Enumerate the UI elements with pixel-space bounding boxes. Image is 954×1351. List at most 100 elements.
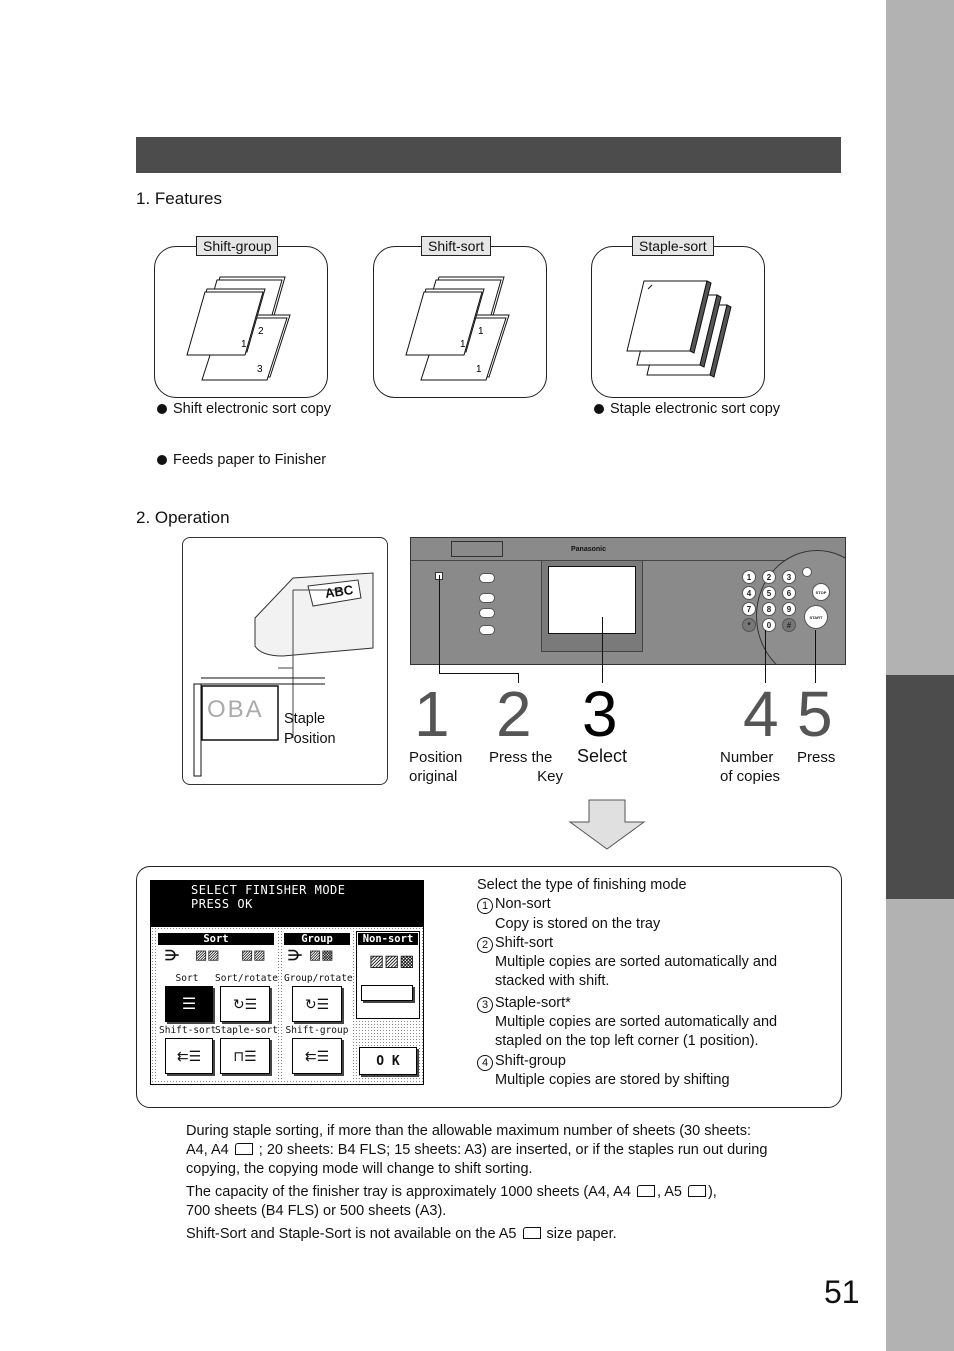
- stop-key[interactable]: STOP: [812, 583, 830, 601]
- finishing-mode-description: Select the type of finishing mode 1 Non-s…: [477, 876, 832, 1090]
- keypad-key[interactable]: *: [742, 618, 756, 632]
- description-item-text: Multiple copies are sorted automatically…: [495, 1014, 778, 1031]
- sheets-icon: ▨▨: [195, 947, 220, 962]
- lcd-group-rotate-button[interactable]: ↻☰: [292, 986, 342, 1022]
- keypad-key[interactable]: 7: [742, 602, 756, 616]
- description-item-title: Shift-group: [495, 1052, 566, 1069]
- keypad-key[interactable]: 5: [762, 586, 776, 600]
- description-item-title: Shift-sort: [495, 934, 554, 951]
- landscape-paper-icon: [687, 1185, 706, 1197]
- shift-group-label: Shift-group: [196, 236, 279, 256]
- svg-text:1: 1: [476, 364, 482, 375]
- keypad: 1 2 3 4 5 6 7 8 9 * 0 #: [742, 570, 802, 632]
- copy-key[interactable]: [479, 573, 495, 583]
- lcd-group-rotate-label: Group/rotate: [284, 973, 353, 984]
- lcd-non-sort-button[interactable]: [361, 985, 413, 1001]
- keypad-key[interactable]: 4: [742, 586, 756, 600]
- operation-title: 2. Operation: [136, 508, 230, 527]
- step-2-number: 2: [496, 678, 532, 750]
- lcd-staple-sort-label: Staple-sort: [215, 1025, 278, 1036]
- staple-sort-label: Staple-sort: [632, 236, 714, 256]
- finisher-lcd-screen: SELECT FINISHER MODE PRESS OK Sort ⋺ ▨▨ …: [150, 880, 424, 1085]
- keypad-key[interactable]: 9: [782, 602, 796, 616]
- sheets-icon: ▨▩: [309, 947, 334, 962]
- lcd-sort-rotate-button[interactable]: ↻☰: [220, 986, 270, 1022]
- svg-text:1: 1: [478, 326, 484, 337]
- mirror-original-text: OBA: [207, 696, 264, 723]
- description-item: 4 Shift-group Multiple copies are stored b…: [477, 1052, 832, 1091]
- description-item: 3 Staple-sort* Multiple copies are sorted …: [477, 994, 832, 1052]
- step-5-number: 5: [797, 678, 833, 750]
- staple-sort-illustration: [591, 246, 765, 398]
- lcd-header-line1: SELECT FINISHER MODE: [191, 883, 346, 897]
- rotate-stack-icon: ↻☰: [232, 995, 258, 1012]
- lcd-shift-sort-button[interactable]: ⇇☰: [165, 1038, 213, 1074]
- svg-text:1: 1: [460, 339, 466, 350]
- features-title: 1. Features: [136, 189, 222, 208]
- start-key[interactable]: START: [804, 605, 828, 629]
- header-bar: [136, 137, 841, 173]
- note-a5-restriction: Shift-Sort and Staple-Sort is not availa…: [186, 1226, 617, 1242]
- step-2-label: Press the Key: [489, 749, 563, 785]
- clear-key[interactable]: [802, 567, 812, 577]
- step-1-label: Position original: [409, 749, 463, 785]
- keypad-key[interactable]: 2: [762, 570, 776, 584]
- down-arrow-icon: [568, 799, 646, 850]
- rotate-stack-icon: ↻☰: [304, 995, 330, 1012]
- lcd-sort-button[interactable]: ☰: [165, 986, 213, 1022]
- touch-screen[interactable]: [548, 566, 636, 634]
- step-5-label: Press: [797, 749, 836, 766]
- lcd-sort-rotate-label: Sort/rotate: [215, 973, 278, 984]
- step-3-label: Select: [577, 746, 628, 766]
- staple-stack-icon: ⊓☰: [233, 1047, 257, 1064]
- description-item-text: stacked with shift.: [495, 973, 610, 990]
- shift-stack-icon: ⇇☰: [176, 1047, 202, 1064]
- lcd-header-line2: PRESS OK: [191, 897, 253, 911]
- landscape-paper-icon: [234, 1143, 253, 1155]
- circled-number-icon: 4: [477, 1054, 493, 1071]
- fax-key[interactable]: [479, 593, 495, 603]
- lcd-shift-group-button[interactable]: ⇇☰: [292, 1038, 342, 1074]
- keypad-key[interactable]: 1: [742, 570, 756, 584]
- lcd-ok-button[interactable]: O K: [359, 1047, 417, 1075]
- description-item-text: Copy is stored on the tray: [495, 915, 661, 932]
- shift-group-illustration: 1 2 3: [154, 246, 328, 398]
- sort-stack-icon: ☰: [181, 996, 197, 1013]
- lcd-group-non-sort: Non-sort: [358, 933, 418, 945]
- circled-number-icon: 2: [477, 936, 493, 953]
- description-item: 2 Shift-sort Multiple copies are sorted au…: [477, 934, 832, 992]
- sheets-rotate-icon: ▨▨: [241, 947, 266, 962]
- circled-number-icon: 3: [477, 996, 493, 1013]
- shift-stack-icon: ⇇☰: [304, 1047, 330, 1064]
- description-intro: Select the type of finishing mode: [477, 877, 687, 893]
- keypad-key[interactable]: 3: [782, 570, 796, 584]
- bullet-shift-electronic: Shift electronic sort copy: [157, 401, 331, 417]
- keypad-key[interactable]: 6: [782, 586, 796, 600]
- group-mode-icon: ⋺: [288, 947, 302, 963]
- printer-key[interactable]: [479, 625, 495, 635]
- step-3-number: 3: [582, 678, 618, 750]
- internet-key[interactable]: [479, 608, 495, 618]
- lcd-staple-sort-button[interactable]: ⊓☰: [220, 1038, 270, 1074]
- sort-mode-icon: ⋺: [165, 947, 179, 963]
- bullet-icon: [594, 404, 604, 414]
- panel-handle: [451, 541, 503, 557]
- lcd-sort-label: Sort: [159, 973, 215, 984]
- chapter-side-tab-active: [886, 675, 954, 899]
- lcd-group-sort: Sort: [158, 933, 274, 945]
- bullet-staple-electronic: Staple electronic sort copy: [594, 401, 780, 417]
- lcd-group-group: Group: [284, 933, 350, 945]
- stapled-sheets-icon: [626, 280, 732, 378]
- sheet-number: 1: [241, 339, 247, 350]
- keypad-key[interactable]: #: [782, 618, 796, 632]
- step-4-label: Number of copies: [720, 749, 781, 785]
- description-item-text: Multiple copies are sorted automatically…: [495, 954, 778, 971]
- sheet-number: 2: [258, 326, 264, 337]
- landscape-paper-icon: [636, 1185, 655, 1197]
- original-placement-illustration: ABC OBA Staple Position: [182, 537, 388, 785]
- description-item-title: Staple-sort*: [495, 994, 571, 1011]
- keypad-key[interactable]: 8: [762, 602, 776, 616]
- description-item: 1 Non-sort Copy is stored on the tray: [477, 895, 832, 934]
- bullet-icon: [157, 404, 167, 414]
- note-staple-limit: During staple sorting, if more than the …: [186, 1123, 768, 1177]
